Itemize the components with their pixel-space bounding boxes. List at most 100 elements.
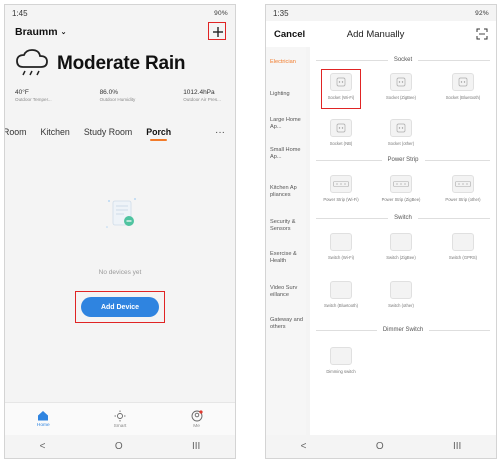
device-socket-wifi[interactable]: Socket (Wi-Fi) xyxy=(312,69,370,109)
status-time: 1:45 xyxy=(12,8,28,18)
room-tab-study-room[interactable]: Study Room xyxy=(84,127,132,137)
device-name: Socket (ZigBee) xyxy=(385,95,417,100)
weather-stat-humidity: 86.0% Outdoor Humidity xyxy=(100,89,136,102)
category-small-home-appliances[interactable]: Small Home Ap... xyxy=(266,147,306,161)
home-nav-button[interactable]: O xyxy=(115,441,123,452)
switch-icon xyxy=(330,233,352,251)
tab-home[interactable]: Home xyxy=(18,410,68,428)
cancel-button[interactable]: Cancel xyxy=(274,29,305,40)
section-title: Dimmer Switch xyxy=(382,327,424,333)
sun-icon xyxy=(114,410,126,421)
add-device-button[interactable]: Add Device xyxy=(81,297,159,317)
switch-icon xyxy=(452,233,474,251)
add-plus-button[interactable] xyxy=(208,22,227,41)
device-name: Dimming switch xyxy=(326,369,356,374)
socket-icon xyxy=(330,73,352,91)
device-switch-wifi[interactable]: Switch (Wi-Fi) xyxy=(312,233,370,260)
room-tab-kitchen[interactable]: Kitchen xyxy=(40,127,69,137)
plus-icon xyxy=(213,27,223,37)
tab-me[interactable]: Me xyxy=(172,409,222,429)
home-nav-button[interactable]: O xyxy=(376,441,384,452)
divider xyxy=(316,217,389,219)
category-lighting[interactable]: Lighting xyxy=(266,91,306,98)
category-large-home-appliances[interactable]: Large Home Ap... xyxy=(266,117,306,131)
tab-label: Home xyxy=(36,423,50,428)
add-manually-screen: 1:35 92% Cancel Add Manually Electrician… xyxy=(265,4,497,459)
socket-icon xyxy=(330,119,352,137)
divider xyxy=(316,159,382,161)
device-switch-bluetooth[interactable]: Switch (Bluetooth) xyxy=(312,281,370,308)
bottom-tab-bar: Home Smart Me xyxy=(5,402,235,435)
home-header: Braumm ⌄ xyxy=(5,21,235,43)
divider xyxy=(424,159,491,161)
device-socket-nb[interactable]: Socket (NB) xyxy=(312,119,370,146)
device-name: Socket (Wi-Fi) xyxy=(327,95,355,100)
add-device-area: Add Device xyxy=(75,291,165,323)
device-power-strip-zigbee[interactable]: Power Strip (ZigBee) xyxy=(372,175,430,202)
device-name: Power Strip (other) xyxy=(445,197,481,202)
weather-condition: Moderate Rain xyxy=(57,53,186,74)
stat-label: Outdoor Temper... xyxy=(15,97,52,102)
device-switch-gprs[interactable]: Switch (GPRS) xyxy=(434,233,492,260)
room-tabs: Room Kitchen Study Room Porch ··· xyxy=(5,121,235,143)
category-video-surveillance[interactable]: Video Surv eillance xyxy=(266,285,306,299)
room-tab-porch[interactable]: Porch xyxy=(146,127,171,141)
switch-icon xyxy=(390,281,412,299)
category-electrician[interactable]: Electrician xyxy=(266,59,306,66)
stat-value: 1012.4hPa xyxy=(183,89,215,96)
device-power-strip-wifi[interactable]: Power Strip (Wi-Fi) xyxy=(312,175,370,202)
category-gateway-others[interactable]: Gateway and others xyxy=(266,317,306,331)
device-name: Switch (ZigBee) xyxy=(386,255,416,260)
socket-icon xyxy=(390,119,412,137)
weather-stat-temperature: 40°F Outdoor Temper... xyxy=(15,89,52,102)
scan-icon[interactable] xyxy=(476,28,488,40)
device-switch-other[interactable]: Switch (other) xyxy=(372,281,430,308)
page-title: Add Manually xyxy=(346,28,405,40)
system-nav-bar: < O III xyxy=(5,435,235,458)
home-screen: 1:45 90% Braumm ⌄ Moderate Rain 40°F Out… xyxy=(4,4,236,459)
tab-smart[interactable]: Smart xyxy=(95,410,145,429)
device-socket-other[interactable]: Socket (other) xyxy=(372,119,430,146)
dimmer-icon xyxy=(330,347,352,365)
stat-label: Outdoor Air Pres... xyxy=(183,97,221,102)
home-icon xyxy=(38,411,49,421)
divider xyxy=(316,329,377,331)
stat-value: 86.0% xyxy=(99,89,118,96)
device-socket-bluetooth[interactable]: Socket (Bluetooth) xyxy=(434,73,492,100)
recents-button[interactable]: III xyxy=(192,441,200,452)
more-rooms-button[interactable]: ··· xyxy=(215,127,235,138)
divider xyxy=(316,59,388,61)
recents-button[interactable]: III xyxy=(453,441,461,452)
device-name: Switch (other) xyxy=(388,303,414,308)
divider xyxy=(429,329,490,331)
room-tab-room[interactable]: Room xyxy=(5,127,26,137)
power-strip-icon xyxy=(390,175,412,193)
device-dimming-switch[interactable]: Dimming switch xyxy=(312,347,370,374)
divider xyxy=(418,59,490,61)
device-name: Power Strip (Wi-Fi) xyxy=(323,197,359,202)
category-exercise-health[interactable]: Exercise & Health xyxy=(266,251,306,265)
power-strip-icon xyxy=(330,175,352,193)
device-name: Socket (other) xyxy=(387,141,415,146)
device-socket-zigbee[interactable]: Socket (ZigBee) xyxy=(372,73,430,100)
system-nav-bar: < O III xyxy=(266,435,496,458)
status-battery: 92% xyxy=(475,9,489,17)
stat-value: 40°F xyxy=(15,89,29,96)
power-strip-icon xyxy=(452,175,474,193)
device-power-strip-other[interactable]: Power Strip (other) xyxy=(434,175,492,202)
back-button[interactable]: < xyxy=(40,441,46,452)
section-title: Power Strip xyxy=(387,157,419,163)
device-switch-zigbee[interactable]: Switch (ZigBee) xyxy=(372,233,430,260)
section-title: Switch xyxy=(394,215,412,221)
tab-label: Smart xyxy=(113,423,127,429)
category-kitchen-appliances[interactable]: Kitchen Ap pliances xyxy=(266,185,306,199)
rain-cloud-icon xyxy=(16,49,48,76)
back-button[interactable]: < xyxy=(301,441,307,452)
status-time: 1:35 xyxy=(273,8,289,18)
section-switch: Switch xyxy=(310,215,496,221)
category-security-sensors[interactable]: Security & Sensors xyxy=(266,219,306,233)
category-sidebar: Electrician Lighting Large Home Ap... Sm… xyxy=(266,47,306,435)
weather-card: Moderate Rain 40°F Outdoor Temper... 86.… xyxy=(5,43,235,121)
home-selector[interactable]: Braumm ⌄ xyxy=(15,26,66,38)
device-name: Socket (NB) xyxy=(329,141,353,146)
